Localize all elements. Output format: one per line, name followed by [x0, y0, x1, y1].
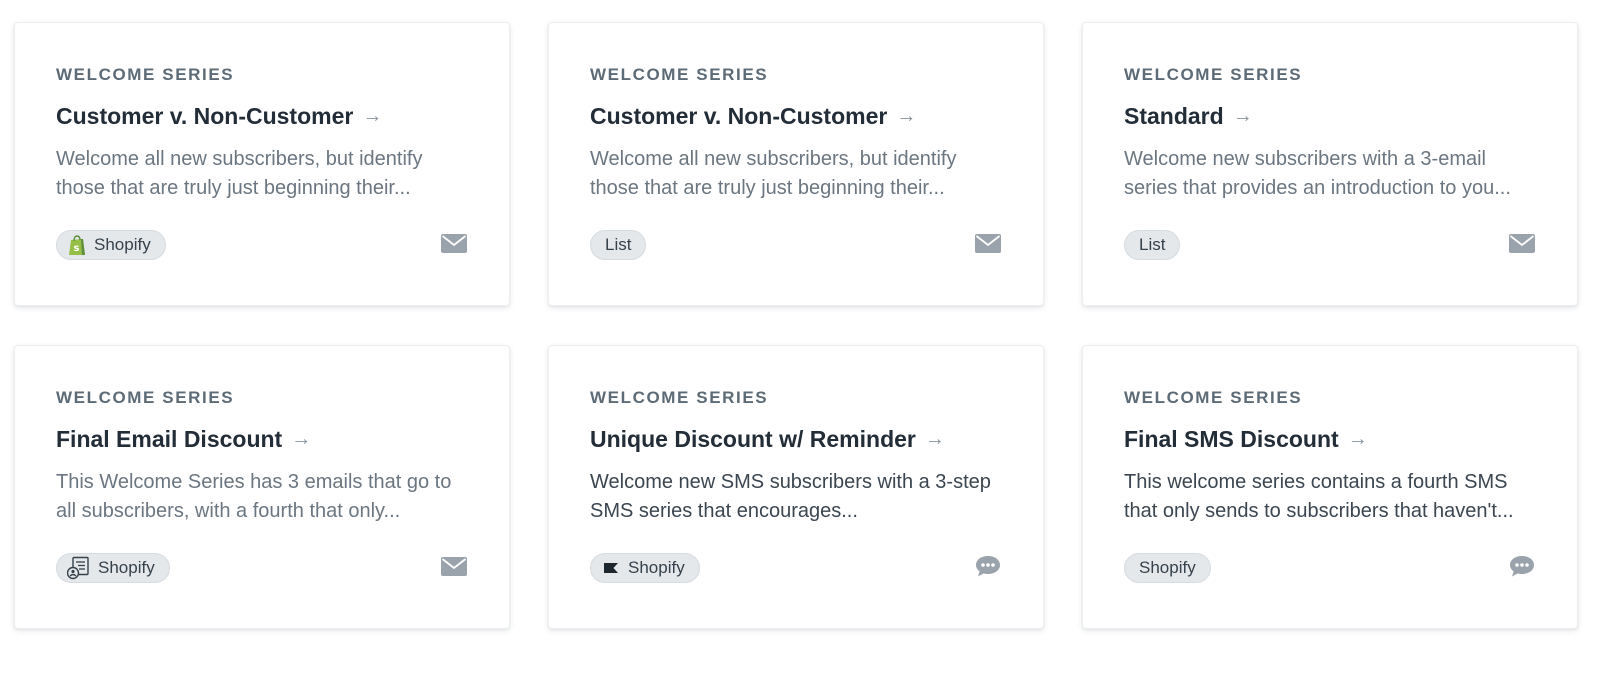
card-title-text: Unique Discount w/ Reminder — [590, 426, 916, 452]
card-category: WELCOME SERIES — [590, 388, 769, 407]
template-card-final-sms-discount[interactable]: WELCOME SERIES Final SMS Discount → This… — [1082, 345, 1578, 629]
arrow-right-icon: → — [924, 428, 945, 450]
card-description: Welcome new SMS subscribers with a 3-ste… — [590, 471, 991, 522]
template-card-unique-discount-reminder[interactable]: WELCOME SERIES Unique Discount w/ Remind… — [548, 345, 1044, 629]
card-category: WELCOME SERIES — [56, 65, 235, 84]
card-title[interactable]: Standard → — [1124, 103, 1253, 130]
template-card-standard[interactable]: WELCOME SERIES Standard → Welcome new su… — [1082, 22, 1578, 306]
card-category: WELCOME SERIES — [1124, 65, 1303, 84]
envelope-icon — [440, 231, 468, 255]
trigger-tag[interactable]: Shopify — [590, 553, 700, 583]
card-description: Welcome all new subscribers, but identif… — [56, 148, 423, 199]
card-title-text: Customer v. Non-Customer — [590, 103, 888, 129]
sms-bubble-icon — [1508, 554, 1536, 578]
trigger-tag[interactable]: Shopify — [1124, 553, 1211, 583]
card-description: Welcome all new subscribers, but identif… — [590, 148, 957, 199]
shopify-bag-icon: s — [67, 234, 87, 256]
card-title-text: Standard — [1124, 103, 1224, 129]
card-title[interactable]: Final Email Discount → — [56, 426, 311, 453]
template-card-final-email-discount[interactable]: WELCOME SERIES Final Email Discount → Th… — [14, 345, 510, 629]
flow-template-grid: WELCOME SERIES Customer v. Non-Customer … — [0, 0, 1600, 679]
trigger-tag[interactable]: s Shopify — [56, 230, 166, 260]
svg-text:s: s — [74, 243, 80, 254]
card-description: Welcome new subscribers with a 3-email s… — [1124, 148, 1511, 199]
card-category: WELCOME SERIES — [590, 65, 769, 84]
trigger-tag-label: List — [1139, 235, 1166, 254]
arrow-right-icon: → — [1347, 428, 1368, 450]
flag-icon — [601, 560, 621, 576]
template-card-customer-v-non-customer-list[interactable]: WELCOME SERIES Customer v. Non-Customer … — [548, 22, 1044, 306]
card-category: WELCOME SERIES — [56, 388, 235, 407]
card-description: This Welcome Series has 3 emails that go… — [56, 471, 452, 522]
card-title-text: Final Email Discount — [56, 426, 283, 452]
trigger-tag-label: Shopify — [94, 235, 151, 254]
template-card-customer-v-non-customer-shopify[interactable]: WELCOME SERIES Customer v. Non-Customer … — [14, 22, 510, 306]
envelope-icon — [1508, 231, 1536, 255]
card-title[interactable]: Customer v. Non-Customer → — [56, 103, 382, 130]
envelope-icon — [440, 554, 468, 578]
card-title[interactable]: Customer v. Non-Customer → — [590, 103, 916, 130]
trigger-tag-label: Shopify — [628, 558, 685, 577]
arrow-right-icon: → — [1232, 105, 1253, 127]
trigger-tag[interactable]: Shopify — [56, 553, 170, 583]
card-description: This welcome series contains a fourth SM… — [1124, 471, 1514, 522]
card-title[interactable]: Final SMS Discount → — [1124, 426, 1368, 453]
card-title-text: Customer v. Non-Customer — [56, 103, 354, 129]
card-title[interactable]: Unique Discount w/ Reminder → — [590, 426, 945, 453]
trigger-tag-label: Shopify — [98, 558, 155, 577]
arrow-right-icon: → — [362, 105, 383, 127]
trigger-tag[interactable]: List — [1124, 230, 1181, 260]
arrow-right-icon: → — [291, 428, 312, 450]
arrow-right-icon: → — [896, 105, 917, 127]
trigger-tag-label: Shopify — [1139, 558, 1196, 577]
envelope-icon — [974, 231, 1002, 255]
trigger-tag[interactable]: List — [590, 230, 647, 260]
sms-bubble-icon — [974, 554, 1002, 578]
subscriber-list-icon — [67, 556, 91, 580]
trigger-tag-label: List — [605, 235, 632, 254]
card-category: WELCOME SERIES — [1124, 388, 1303, 407]
card-title-text: Final SMS Discount — [1124, 426, 1339, 452]
